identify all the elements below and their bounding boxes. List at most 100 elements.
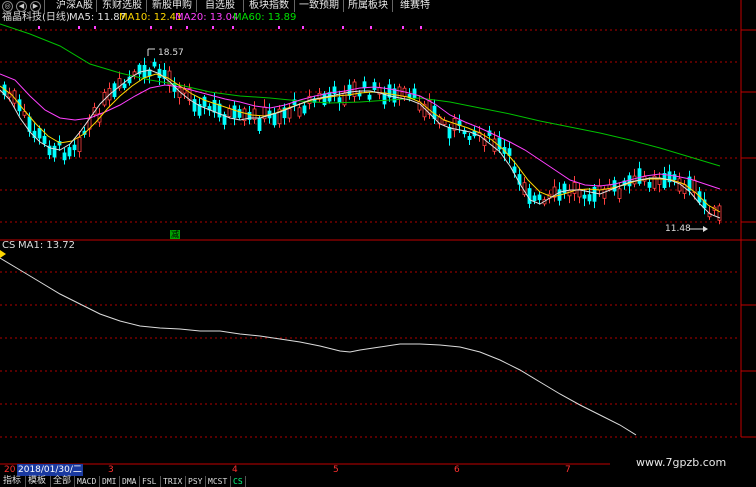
tab-separator	[294, 0, 295, 12]
signal-mark	[94, 26, 96, 29]
candle-body	[532, 195, 537, 202]
candle-body	[467, 135, 472, 140]
tab-macd[interactable]: MACD	[76, 476, 97, 487]
tab-separator	[185, 476, 186, 487]
timeline-year: 20	[4, 465, 16, 475]
candle-body	[372, 82, 377, 90]
tab-related-sectors[interactable]: 所属板块	[348, 0, 388, 12]
top-nav-bar: ◎ ◀ ▶ 沪深A股 东财选股 新股申购 自选股 板块指数 一致预期 所属板块 …	[0, 0, 430, 12]
candle-body	[42, 135, 47, 144]
candle-body	[337, 97, 342, 104]
candle-body	[72, 144, 77, 151]
month-label: 3	[108, 465, 114, 475]
candle-body	[192, 99, 197, 112]
tab-separator	[243, 0, 244, 12]
cursor-date: 2018/01/30/二	[17, 464, 83, 476]
tab-separator	[160, 476, 161, 487]
candle-body	[632, 175, 637, 185]
tab-consensus-forecast[interactable]: 一致预期	[299, 0, 339, 12]
tab-separator	[146, 0, 147, 12]
candle-body	[637, 168, 642, 184]
candle-body	[202, 96, 207, 107]
candle-body	[297, 107, 302, 117]
tab-dmi[interactable]: DMI	[101, 476, 117, 487]
tab-psy[interactable]: PSY	[187, 476, 203, 487]
tab-dma[interactable]: DMA	[121, 476, 137, 487]
tab-cs[interactable]: CS	[232, 476, 244, 487]
month-label: 6	[454, 465, 460, 475]
tab-template[interactable]: 模板	[27, 476, 47, 487]
candle-body	[287, 108, 292, 119]
right-arrow-icon[interactable]: ▶	[30, 1, 41, 12]
circle-icon[interactable]: ◎	[2, 1, 13, 12]
ma10-value: MA10: 12.41	[119, 12, 183, 23]
ma5-value: MA5: 11.87	[69, 12, 127, 23]
candle-body	[62, 152, 67, 161]
month-label: 5	[333, 465, 339, 475]
candle-body	[612, 180, 617, 192]
signal-marks	[38, 26, 422, 29]
candle-body	[232, 105, 237, 119]
tab-mcst[interactable]: MCST	[207, 476, 228, 487]
indicator-name: CS	[2, 240, 16, 251]
tab-separator	[44, 0, 45, 12]
left-arrow-icon[interactable]: ◀	[16, 1, 27, 12]
tab-fsl[interactable]: FSL	[141, 476, 157, 487]
tab-sector-index[interactable]: 板块指数	[249, 0, 289, 12]
candle-body	[507, 148, 512, 156]
stock-chart[interactable]	[0, 0, 756, 487]
month-label: 4	[232, 465, 238, 475]
tab-separator	[245, 476, 246, 487]
signal-mark	[420, 26, 422, 29]
tab-all[interactable]: 全部	[52, 476, 72, 487]
ma20-value: MA20: 13.04	[175, 12, 239, 23]
tab-weisaite[interactable]: 维赛特	[400, 0, 430, 12]
low-price-label: 11.48	[665, 224, 691, 234]
tab-separator	[25, 476, 26, 487]
candle-body	[302, 105, 307, 114]
candle-body	[227, 108, 232, 117]
tab-separator	[343, 0, 344, 12]
tab-separator	[205, 476, 206, 487]
tab-separator	[119, 476, 120, 487]
candle-body	[67, 147, 72, 157]
signal-mark	[78, 26, 80, 29]
ma60-value: MA60: 13.89	[233, 12, 297, 23]
candle-body	[37, 128, 42, 139]
tab-indicator[interactable]: 指标	[2, 476, 22, 487]
tab-separator	[139, 476, 140, 487]
signal-mark	[402, 26, 404, 29]
candle-body	[367, 94, 372, 100]
signal-mark	[170, 26, 172, 29]
tab-ipo-subscribe[interactable]: 新股申购	[152, 0, 192, 12]
candle-body	[582, 194, 587, 199]
tab-trix[interactable]: TRIX	[162, 476, 183, 487]
candle-body	[662, 173, 667, 188]
candle-body	[237, 109, 242, 118]
cs-ma1-line	[0, 257, 637, 436]
candle-body	[122, 83, 127, 89]
high-price-label: 18.57	[158, 48, 184, 58]
tab-separator	[50, 476, 51, 487]
tab-separator	[230, 476, 231, 487]
right-axis-ticks	[741, 29, 756, 438]
candle-body	[152, 61, 157, 67]
candle-body	[412, 88, 417, 99]
signal-mark	[232, 26, 234, 29]
tab-dongcai-stock-pick[interactable]: 东财选股	[102, 0, 142, 12]
tab-separator	[74, 476, 75, 487]
tab-watchlist[interactable]: 自选股	[205, 0, 235, 12]
candle-body	[647, 181, 652, 188]
candle-body	[257, 117, 262, 131]
signal-mark	[302, 26, 304, 29]
candle-body	[212, 99, 217, 113]
signal-mark	[186, 26, 188, 29]
candle-body	[572, 182, 577, 194]
bottom-bar: 20 2018/01/30/二 3 4 5 6 7 指标 模板 全部 MACD …	[0, 464, 756, 487]
tab-separator	[99, 476, 100, 487]
reduce-marker: 减	[170, 230, 180, 239]
tab-hushen-a[interactable]: 沪深A股	[56, 0, 93, 12]
signal-mark	[38, 26, 40, 29]
stock-title: 福晶科技(日线)	[2, 12, 70, 23]
candle-body	[617, 188, 622, 199]
